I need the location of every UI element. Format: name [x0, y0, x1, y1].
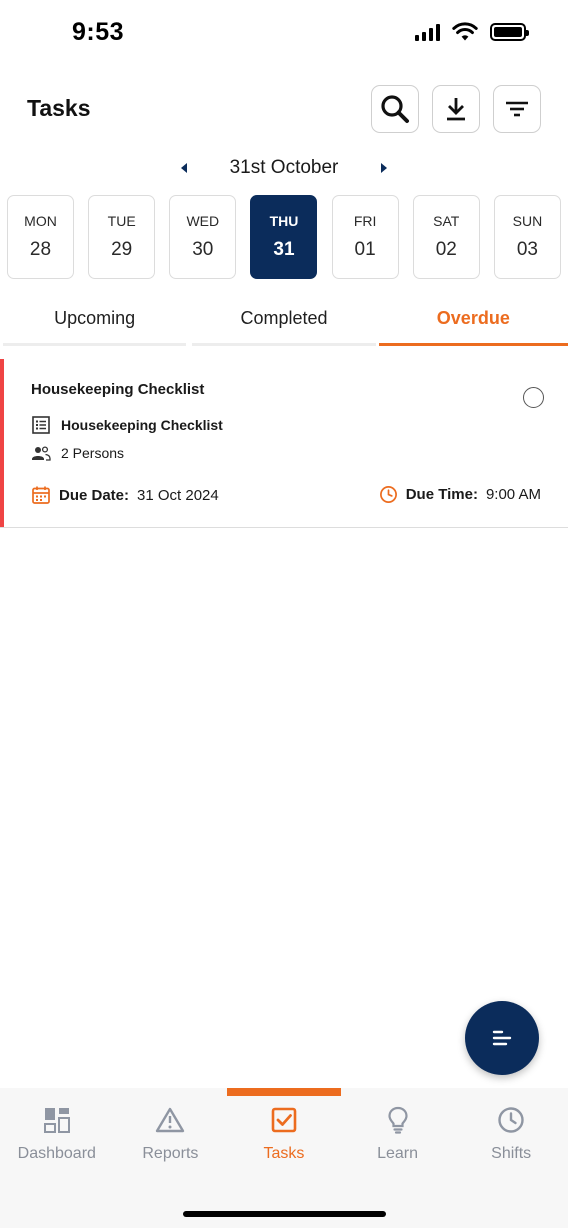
checkbox-icon: [271, 1107, 297, 1133]
cellular-signal-icon: [415, 23, 440, 41]
due-time-value: 9:00 AM: [485, 486, 541, 503]
task-persons-row: 2 Persons: [31, 444, 124, 462]
day-sat[interactable]: SAT 02: [412, 195, 480, 279]
day-number: 30: [192, 239, 214, 260]
menu-fab-button[interactable]: [465, 1001, 539, 1075]
day-name: TUE: [107, 213, 136, 229]
day-name: SAT: [433, 213, 460, 229]
nav-item-dashboard[interactable]: Dashboard: [0, 1104, 114, 1163]
caret-left-icon: [180, 163, 187, 173]
tab-label: Overdue: [436, 308, 510, 328]
download-icon: [447, 98, 465, 121]
tab-overdue[interactable]: Overdue: [378, 300, 568, 346]
overdue-accent-bar: [0, 359, 4, 527]
status-icons: [415, 22, 529, 42]
nav-item-tasks[interactable]: Tasks: [227, 1104, 341, 1163]
search-button[interactable]: [371, 85, 419, 133]
download-button[interactable]: [432, 85, 480, 133]
task-persons: 2 Persons: [61, 445, 125, 461]
previous-date-button[interactable]: [174, 158, 194, 178]
day-number: 28: [29, 239, 52, 260]
day-number: 03: [516, 239, 538, 260]
due-time: Due Time: 9:00 AM: [379, 485, 541, 504]
day-fri[interactable]: FRI 01: [331, 195, 399, 279]
task-status-tabs: Upcoming Completed Overdue: [0, 300, 568, 346]
due-date-value: 31 Oct 2024: [137, 486, 219, 504]
day-selector: MON 28 TUE 29 WED 30 THU 31 FRI 01 SAT 02 SUN 03: [7, 195, 561, 279]
nav-item-reports[interactable]: Reports: [114, 1104, 228, 1163]
checklist-icon: [32, 416, 50, 434]
due-date: Due Date: 31 Oct 2024: [31, 485, 219, 505]
month-navigator: 31st October: [0, 150, 568, 186]
sort-lines-icon: [492, 1030, 512, 1046]
day-name: SUN: [512, 213, 543, 229]
status-time: 9:53: [72, 18, 125, 46]
day-name: MON: [24, 213, 57, 229]
day-thu[interactable]: THU 31: [250, 195, 318, 279]
task-checklist-name: Housekeeping Checklist: [61, 417, 223, 433]
tab-underline: [192, 343, 376, 346]
tab-underline: [3, 343, 187, 346]
nav-label-learn: Learn: [377, 1145, 419, 1162]
clock-icon: [498, 1107, 524, 1133]
lightbulb-icon: [387, 1106, 408, 1134]
caret-right-icon: [381, 163, 388, 173]
current-date-label: 31st October: [229, 157, 339, 178]
day-name: WED: [186, 213, 220, 229]
wifi-icon: [452, 22, 478, 41]
clock-icon: [379, 486, 397, 503]
nav-label-dashboard: Dashboard: [17, 1145, 96, 1162]
people-icon: [32, 446, 51, 461]
task-complete-radio[interactable]: [523, 387, 544, 408]
warning-icon: [156, 1107, 185, 1133]
tab-label: Upcoming: [54, 308, 136, 328]
day-wed[interactable]: WED 30: [169, 195, 237, 279]
nav-item-learn[interactable]: Learn: [341, 1104, 455, 1163]
filter-icon: [506, 101, 528, 117]
nav-label-reports: Reports: [142, 1145, 199, 1162]
page-title: Tasks: [27, 95, 91, 121]
day-name: THU: [269, 213, 299, 229]
day-number: 31: [273, 239, 295, 260]
task-checklist-row: Housekeeping Checklist: [31, 415, 223, 435]
day-tue[interactable]: TUE 29: [88, 195, 156, 279]
day-number: 02: [435, 239, 457, 260]
search-icon: [381, 95, 409, 123]
day-number: 29: [111, 239, 133, 260]
bottom-navigation: Dashboard Reports Tasks Learn Shifts: [0, 1088, 568, 1228]
due-date-label: Due Date:: [59, 486, 130, 504]
task-card[interactable]: Housekeeping Checklist Housekeeping Chec…: [0, 359, 568, 528]
home-indicator: [183, 1211, 386, 1217]
due-time-label: Due Time:: [405, 486, 478, 503]
nav-label-shifts: Shifts: [491, 1145, 532, 1162]
day-number: 01: [354, 239, 376, 260]
day-sun[interactable]: SUN 03: [493, 195, 561, 279]
filter-button[interactable]: [493, 85, 541, 133]
battery-icon: [490, 23, 529, 41]
tab-underline: [378, 343, 568, 346]
nav-label-tasks: Tasks: [263, 1145, 305, 1162]
nav-item-shifts[interactable]: Shifts: [454, 1104, 568, 1163]
day-mon[interactable]: MON 28: [7, 195, 74, 279]
task-title: Housekeeping Checklist: [31, 381, 205, 398]
next-date-button[interactable]: [374, 158, 394, 178]
calendar-icon: [32, 486, 50, 504]
status-bar: 9:53: [0, 0, 568, 64]
active-tab-indicator: [227, 1088, 341, 1096]
day-name: FRI: [353, 213, 377, 229]
tab-completed[interactable]: Completed: [189, 300, 378, 346]
tab-upcoming[interactable]: Upcoming: [0, 300, 189, 346]
tab-label: Completed: [240, 308, 328, 328]
dashboard-icon: [43, 1108, 70, 1133]
